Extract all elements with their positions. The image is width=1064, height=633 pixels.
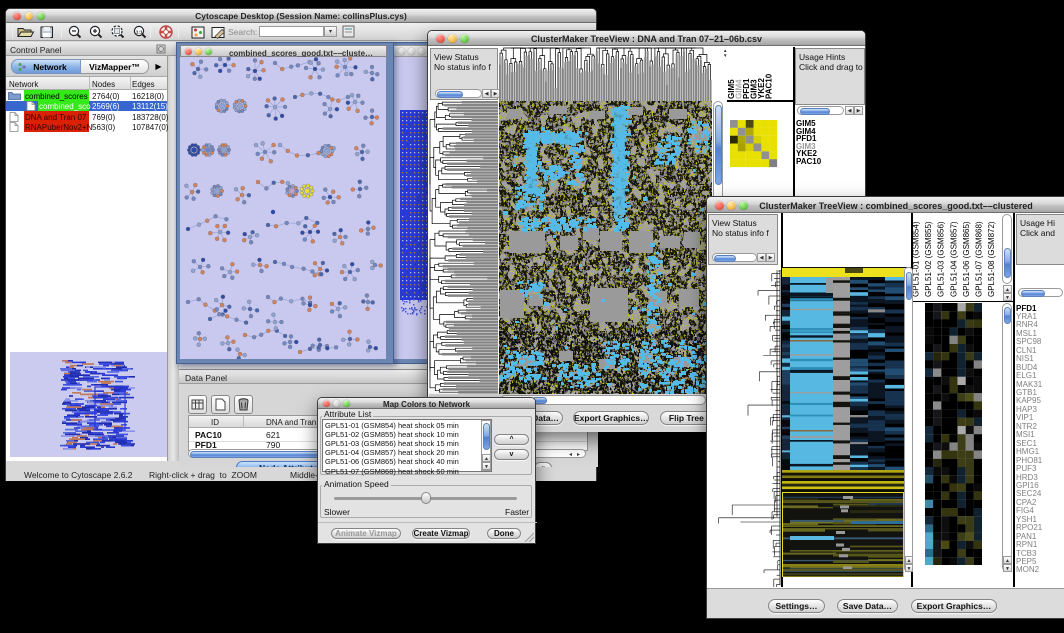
svg-text:PAC10: PAC10 bbox=[765, 73, 774, 99]
svg-text:GPL51-04 (GSM857): GPL51-04 (GSM857) bbox=[949, 221, 958, 297]
svg-text:GPL51-01 (GSM854): GPL51-01 (GSM854) bbox=[913, 221, 921, 297]
svg-text:GPL51-02 (GSM855): GPL51-02 (GSM855) bbox=[924, 221, 933, 297]
svg-text:GPL51-08 (GSM872): GPL51-08 (GSM872) bbox=[987, 221, 996, 297]
svg-text:GPL51-06 (GSM865): GPL51-06 (GSM865) bbox=[962, 221, 971, 297]
svg-text:GPL51-03 (GSM856): GPL51-03 (GSM856) bbox=[937, 221, 946, 297]
svg-text:GPL51-07 (GSM868): GPL51-07 (GSM868) bbox=[975, 221, 984, 297]
svg-text:1:1: 1:1 bbox=[136, 29, 143, 35]
